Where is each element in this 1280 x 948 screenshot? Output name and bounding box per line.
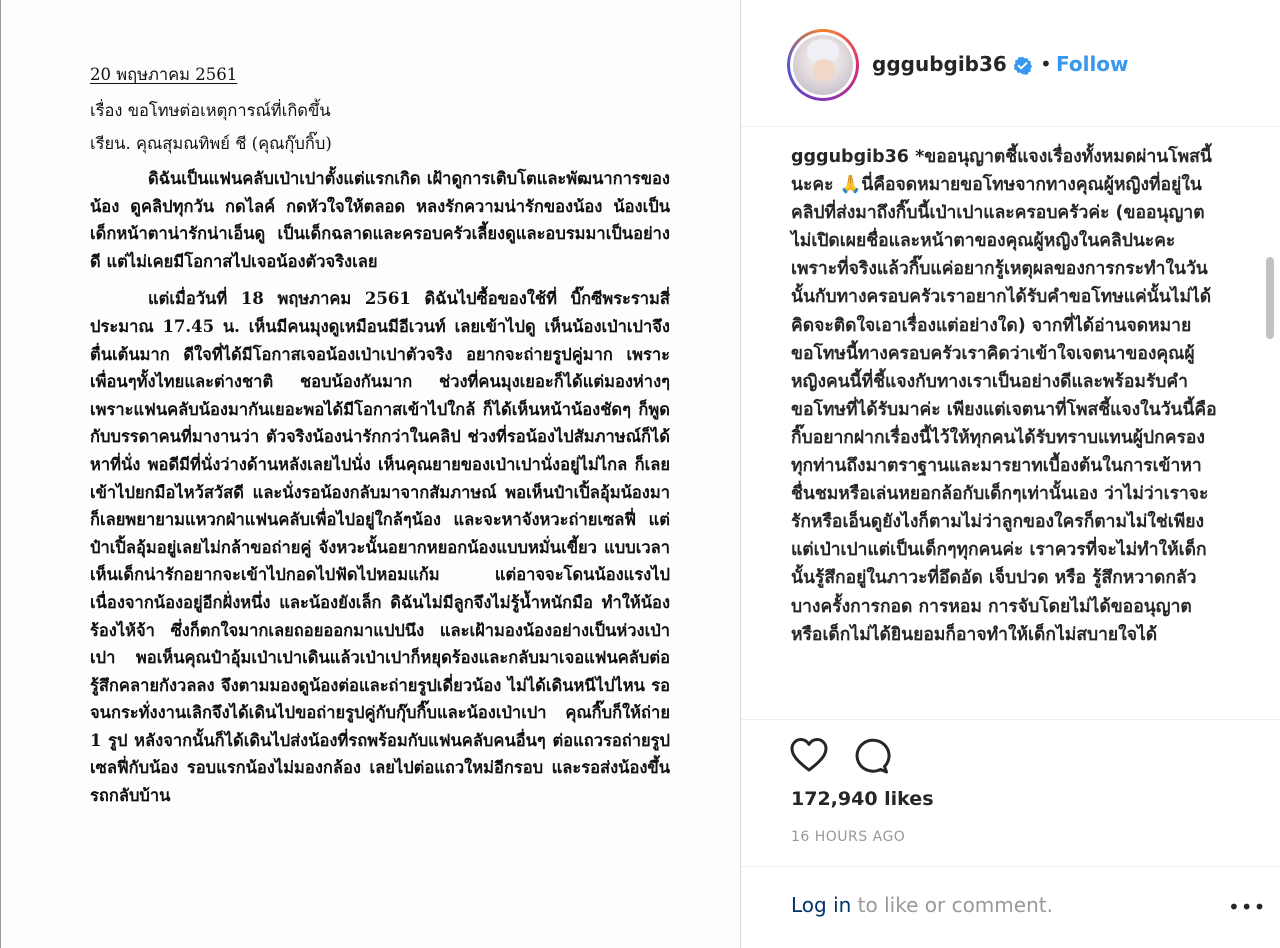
header-separator: •	[1040, 52, 1052, 76]
letter-paragraph-2-text: แต่เมื่อวันที่ 18 พฤษภาคม 2561 ดิฉันไปซื…	[90, 289, 670, 806]
more-options-icon[interactable]: •••	[1228, 895, 1266, 919]
post-actions: 172,940 likes 16 HOURS AGO Log in to lik…	[741, 719, 1280, 940]
post-caption: gggubgib36 *ขออนุญาตชี้แจงเรื่องทั้งหมดผ…	[791, 143, 1221, 649]
login-prompt-text: Log in to like or comment.	[791, 893, 1053, 917]
post-header: gggubgib36 • Follow	[741, 0, 1280, 127]
username-link[interactable]: gggubgib36	[872, 52, 1007, 76]
caption-scroll-area[interactable]: gggubgib36 *ขออนุญาตชี้แจงเรื่องทั้งหมดผ…	[741, 127, 1280, 719]
comment-bubble-icon[interactable]	[851, 736, 891, 776]
post-timestamp[interactable]: 16 HOURS AGO	[791, 829, 905, 845]
letter-document: 20 พฤษภาคม 2561 เรื่อง ขอโทษต่อเหตุการณ์…	[90, 64, 670, 810]
login-rest-text: to like or comment.	[851, 893, 1053, 917]
letter-paragraph-1-text: ดิฉันเป็นแฟนคลับเป่าเปาตั้งแต่แรกเกิด เฝ…	[90, 169, 670, 271]
post-image: 20 พฤษภาคม 2561 เรื่อง ขอโทษต่อเหตุการณ์…	[0, 0, 740, 948]
post-sidebar: gggubgib36 • Follow gggubgib36 *ขออนุญาต…	[741, 0, 1280, 948]
verified-badge-icon	[1013, 56, 1032, 75]
follow-button[interactable]: Follow	[1056, 52, 1129, 76]
heart-outline-icon[interactable]	[789, 736, 829, 776]
likes-count[interactable]: 172,940 likes	[791, 788, 934, 810]
letter-date: 20 พฤษภาคม 2561	[90, 65, 238, 84]
letter-subject: เรื่อง ขอโทษต่อเหตุการณ์ที่เกิดขึ้น	[90, 101, 331, 120]
avatar	[793, 35, 853, 95]
caption-scrollbar[interactable]	[1266, 257, 1274, 339]
avatar-story-ring[interactable]	[787, 29, 859, 101]
image-border	[0, 0, 1, 948]
letter-salutation: เรียน. คุณสุมณทิพย์ ชี (คุณกุ๊บกิ๊บ)	[90, 134, 332, 153]
letter-paragraph-2: แต่เมื่อวันที่ 18 พฤษภาคม 2561 ดิฉันไปซื…	[90, 285, 670, 809]
letter-paragraph-1: ดิฉันเป็นแฟนคลับเป่าเปาตั้งแต่แรกเกิด เฝ…	[90, 165, 670, 275]
caption-username-link[interactable]: gggubgib36	[791, 147, 909, 167]
login-prompt: Log in to like or comment. •••	[741, 866, 1280, 941]
login-link[interactable]: Log in	[791, 893, 851, 917]
caption-text: *ขออนุญาตชี้แจงเรื่องทั้งหมดผ่านโพสนี้นะ…	[791, 147, 1217, 645]
